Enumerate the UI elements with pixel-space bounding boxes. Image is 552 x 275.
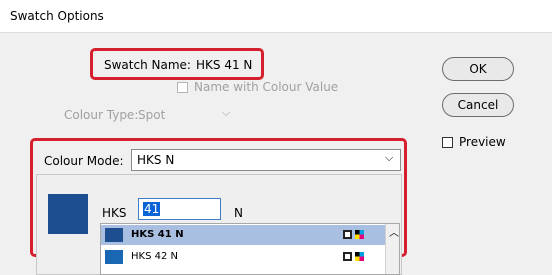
- scroll-up-icon[interactable]: ︿: [389, 224, 399, 239]
- cmyk-icon: [355, 252, 364, 261]
- colour-mode-value: HKS N: [137, 153, 175, 167]
- cancel-button[interactable]: Cancel: [442, 93, 514, 117]
- chevron-down-icon: ⌵: [222, 106, 231, 119]
- colour-mode-label: Colour Mode:: [44, 154, 124, 168]
- list-item[interactable]: HKS 41 N: [101, 225, 385, 245]
- swatch-name-label: Swatch Name:: [104, 58, 191, 72]
- hks-suffix-label: N: [234, 206, 243, 220]
- name-with-colour-value-label: Name with Colour Value: [194, 80, 339, 94]
- hks-number-value: 41: [143, 202, 161, 216]
- window-title: Swatch Options: [10, 9, 104, 23]
- list-scrollbar[interactable]: ︿: [385, 224, 399, 274]
- chevron-down-icon: ⌵: [385, 151, 394, 164]
- colour-type-value: Spot: [138, 108, 166, 122]
- list-item-label: HKS 41 N: [131, 229, 184, 240]
- colour-preview-swatch: [48, 194, 88, 234]
- title-bar: Swatch Options: [0, 0, 552, 33]
- colour-type-label: Colour Type:: [64, 108, 139, 122]
- ok-button[interactable]: OK: [442, 57, 514, 81]
- cmyk-icon: [355, 230, 364, 239]
- list-item-label: HKS 42 N: [131, 251, 178, 262]
- preview-checkbox[interactable]: [442, 137, 453, 148]
- spot-colour-icon: [343, 252, 352, 261]
- colour-mode-select[interactable]: HKS N ⌵: [131, 149, 401, 171]
- swatch-chip: [105, 250, 123, 264]
- name-with-colour-value-checkbox[interactable]: [177, 82, 188, 93]
- hks-prefix-label: HKS: [102, 206, 127, 220]
- swatch-chip: [105, 228, 123, 242]
- colour-type-select[interactable]: Spot ⌵: [136, 104, 240, 126]
- preview-label: Preview: [459, 135, 506, 149]
- hks-number-input[interactable]: 41: [138, 198, 221, 220]
- list-item[interactable]: HKS 42 N: [101, 247, 385, 267]
- swatch-list[interactable]: HKS 41 N HKS 42 N ︿: [100, 223, 400, 275]
- swatch-name-value[interactable]: HKS 41 N: [196, 58, 252, 72]
- spot-colour-icon: [343, 230, 352, 239]
